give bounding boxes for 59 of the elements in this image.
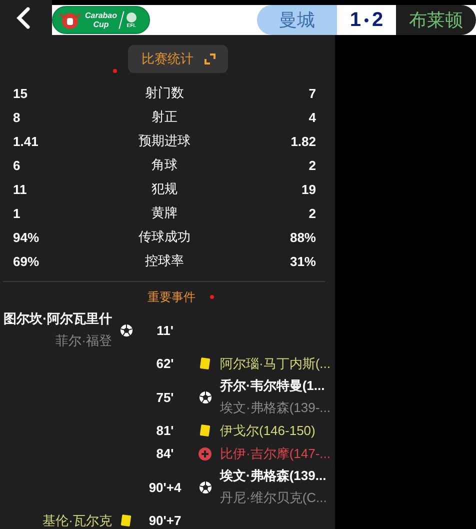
home-stat: 8 <box>13 110 22 124</box>
player-name: 伊戈尔(146-150) <box>220 422 316 440</box>
ball-icon <box>120 324 132 336</box>
away-stat: 4 <box>308 110 316 124</box>
stat-label: 犯规 <box>152 180 178 198</box>
assist-name: 埃文·弗格森(139-... <box>220 399 332 417</box>
home-stat: 6 <box>13 158 22 172</box>
player-name: 埃文·弗格森(139... <box>220 467 328 485</box>
home-stat: 15 <box>13 86 28 100</box>
event-minute: 75' <box>156 390 174 404</box>
away-stat: 31% <box>288 254 316 268</box>
away-stat: 1.82 <box>290 134 316 148</box>
player-name: 乔尔·韦尔特曼(1... <box>220 377 326 395</box>
home-stat: 11 <box>13 182 28 196</box>
assist-name: 丹尼·维尔贝克(C... <box>220 489 328 507</box>
home-stat: 94% <box>13 230 40 244</box>
stats-button[interactable]: 比赛统计 <box>128 45 228 73</box>
ball-icon <box>198 390 212 404</box>
stat-label: 预期进球 <box>138 132 190 150</box>
plus-circle-icon <box>198 446 212 460</box>
stat-label: 射正 <box>152 108 178 126</box>
assist-name: 菲尔·福登 <box>56 332 112 350</box>
expand-icon <box>204 53 216 65</box>
away-stat: 19 <box>300 182 316 196</box>
back-button[interactable] <box>0 0 52 35</box>
event-minute: 90'+7 <box>148 513 182 528</box>
home-stat: 1 <box>13 206 22 220</box>
event-minute: 90'+4 <box>148 480 182 494</box>
away-team: 布莱顿 <box>396 5 476 35</box>
stat-label: 传球成功 <box>138 228 190 246</box>
away-stat: 88% <box>288 230 316 244</box>
home-stat: 1.41 <box>13 134 40 148</box>
card-icon <box>199 357 211 370</box>
away-stat: 7 <box>308 86 316 100</box>
stat-label: 控球率 <box>145 252 184 270</box>
event-minute: 81' <box>156 423 174 438</box>
card-icon <box>199 424 211 437</box>
player-name: 图尔坎·阿尔瓦里什 <box>4 310 112 328</box>
event-minute: 84' <box>156 446 174 461</box>
events-title: 重要事件 <box>148 288 196 306</box>
home-team: 曼城 <box>257 5 337 35</box>
player-name: 比伊·吉尔摩(147-... <box>220 444 332 462</box>
stat-label: 黄牌 <box>152 204 178 222</box>
event-minute: 62' <box>156 356 174 371</box>
home-stat: 69% <box>13 254 40 268</box>
bull-icon <box>59 10 81 30</box>
event-minute: 11' <box>156 322 174 338</box>
notification-dot <box>113 69 117 73</box>
logo-text: Carabao Cup <box>85 11 118 29</box>
stat-label: 射门数 <box>145 84 184 102</box>
player-name: 基伦·瓦尔克 <box>42 512 112 529</box>
player-name: 阿尔瑙·马丁内斯(... <box>220 354 332 372</box>
away-stat: 2 <box>308 158 316 172</box>
away-stat: 2 <box>308 206 316 220</box>
ball-icon <box>198 480 212 494</box>
notification-dot <box>210 295 214 299</box>
card-icon <box>120 514 132 527</box>
stat-label: 角球 <box>152 156 178 174</box>
score: 1•2 <box>348 8 384 32</box>
